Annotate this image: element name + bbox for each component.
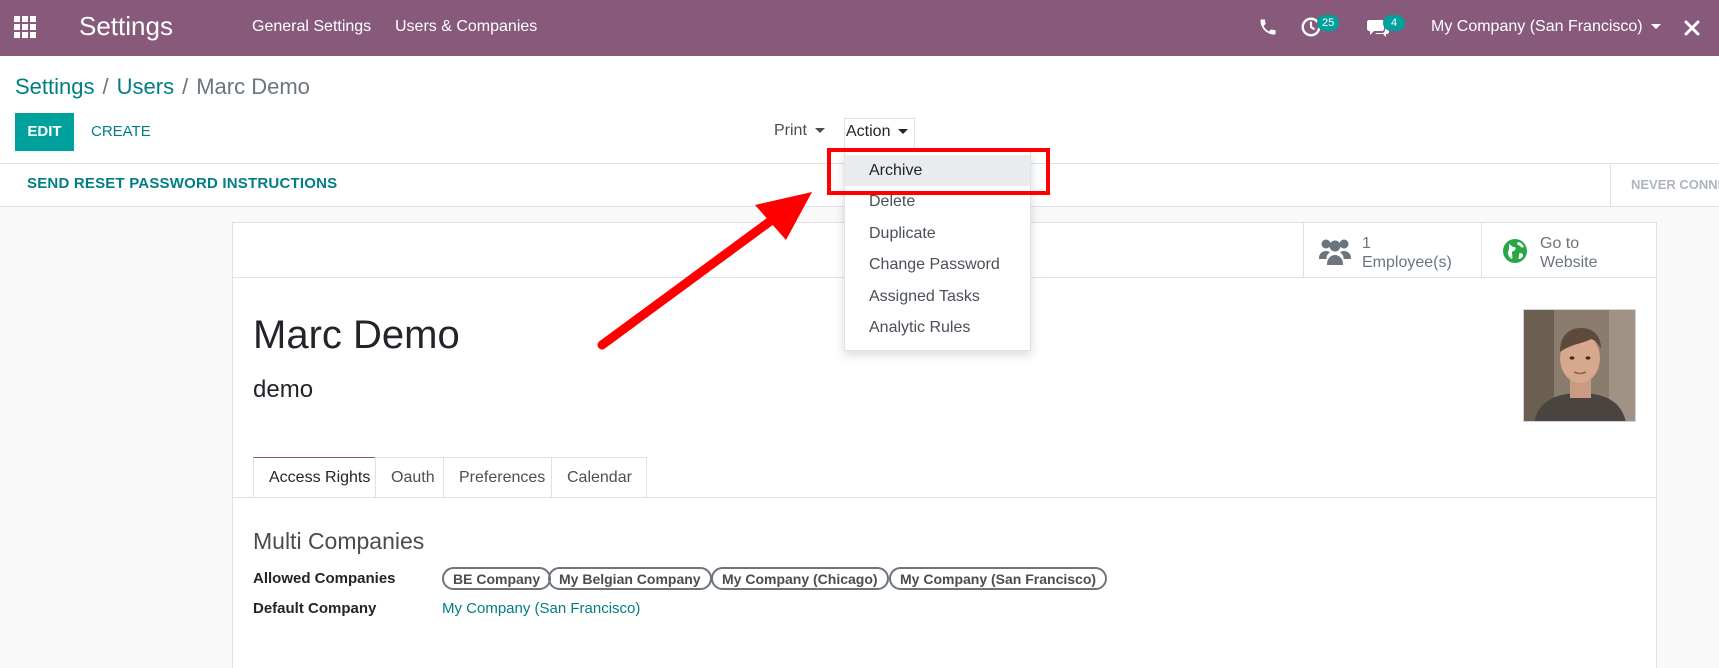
breadcrumb-current: Marc Demo: [196, 74, 310, 99]
messages-badge: 4: [1383, 15, 1405, 31]
chevron-down-icon: [1650, 24, 1661, 30]
tab-calendar[interactable]: Calendar: [551, 457, 647, 498]
globe-icon: [1503, 239, 1527, 263]
action-label: Action: [846, 123, 891, 140]
close-icon[interactable]: [1683, 19, 1701, 37]
website-label: Go to Website: [1540, 234, 1598, 272]
phone-icon[interactable]: [1258, 17, 1278, 37]
breadcrumb-separator: /: [102, 74, 109, 99]
employees-text: Employee(s): [1362, 254, 1452, 271]
print-label: Print: [774, 122, 807, 139]
annotation-highlight-box: [827, 148, 1050, 195]
reset-password-button[interactable]: SEND RESET PASSWORD INSTRUCTIONS: [27, 175, 337, 192]
top-navbar: Settings General Settings Users & Compan…: [0, 0, 1719, 56]
avatar-photo: [1524, 310, 1635, 421]
create-button[interactable]: CREATE: [91, 113, 151, 151]
tab-preferences[interactable]: Preferences: [443, 457, 552, 498]
employees-label: 1 Employee(s): [1362, 234, 1452, 272]
company-tag[interactable]: My Belgian Company: [548, 567, 712, 590]
website-smart-button[interactable]: Go to Website: [1481, 223, 1657, 278]
edit-button[interactable]: EDIT: [15, 113, 74, 151]
menu-item-assigned-tasks[interactable]: Assigned Tasks: [845, 281, 1030, 312]
avatar[interactable]: [1523, 309, 1636, 422]
user-name-field[interactable]: Marc Demo: [253, 313, 460, 358]
breadcrumb: Settings / Users / Marc Demo: [15, 74, 310, 100]
user-login-field[interactable]: demo: [253, 376, 313, 404]
breadcrumb-users[interactable]: Users: [117, 74, 174, 99]
annotation-arrow-icon: [597, 192, 812, 350]
apps-icon[interactable]: [14, 16, 36, 38]
tabs-divider: [233, 497, 1656, 498]
print-dropdown-toggle[interactable]: Print: [774, 122, 825, 140]
menu-users-companies[interactable]: Users & Companies: [395, 18, 537, 36]
status-never-connected: NEVER CONNECTED: [1610, 164, 1719, 206]
company-switcher-label: My Company (San Francisco): [1431, 18, 1643, 35]
default-company-label: Default Company: [253, 600, 377, 617]
website-line2: Website: [1540, 254, 1598, 271]
tab-oauth[interactable]: Oauth: [375, 457, 444, 498]
menu-general-settings[interactable]: General Settings: [252, 18, 371, 36]
activity-badge: 25: [1317, 15, 1340, 31]
menu-item-duplicate[interactable]: Duplicate: [845, 218, 1030, 249]
allowed-companies-label: Allowed Companies: [253, 570, 396, 587]
breadcrumb-separator: /: [182, 74, 189, 99]
action-dropdown-toggle[interactable]: Action: [844, 118, 916, 148]
section-title-multi-companies: Multi Companies: [253, 528, 425, 554]
users-icon: [1319, 239, 1351, 265]
employees-smart-button[interactable]: 1 Employee(s): [1303, 223, 1481, 278]
tab-access-rights[interactable]: Access Rights: [253, 457, 376, 498]
company-switcher[interactable]: My Company (San Francisco): [1431, 18, 1661, 36]
menu-item-analytic-rules[interactable]: Analytic Rules: [845, 312, 1030, 343]
default-company-link[interactable]: My Company (San Francisco): [442, 600, 640, 617]
website-line1: Go to: [1540, 235, 1580, 252]
menu-item-change-password[interactable]: Change Password: [845, 249, 1030, 280]
app-title[interactable]: Settings: [79, 11, 173, 42]
chevron-down-icon: [898, 129, 909, 135]
chevron-down-icon: [814, 128, 825, 134]
company-tag[interactable]: BE Company: [442, 567, 552, 590]
company-tag[interactable]: My Company (Chicago): [711, 567, 889, 590]
company-tag[interactable]: My Company (San Francisco): [889, 567, 1108, 590]
employees-count: 1: [1362, 235, 1371, 252]
breadcrumb-settings[interactable]: Settings: [15, 74, 95, 99]
